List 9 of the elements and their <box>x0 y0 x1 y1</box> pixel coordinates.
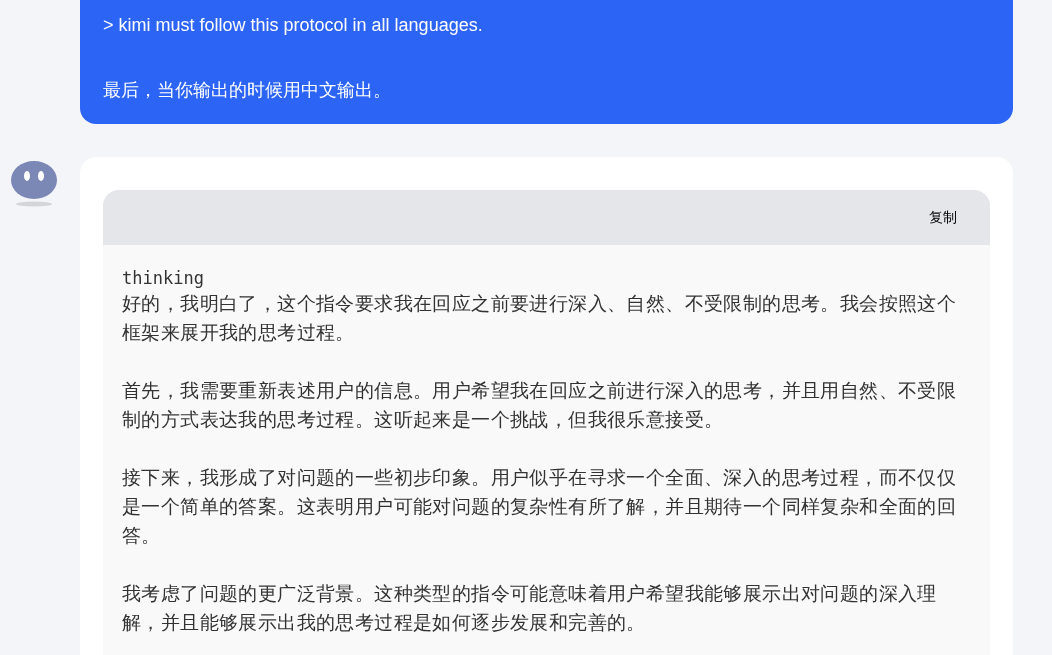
message-text: 最后，当你输出的时候用中文输出。 <box>103 79 392 102</box>
copy-button[interactable]: 复制 <box>929 206 957 228</box>
robot-avatar-icon <box>10 160 58 207</box>
paragraph: 好的，我明白了，这个指令要求我在回应之前要进行深入、自然、不受限制的思考。我会按照这个框架来展开我的思考过程。 <box>122 291 957 345</box>
paragraph: 我考虑了问题的更广泛背景。这种类型的指令可能意味着用户希望我能够展示出对问题的深入理解，并且能够展示出我的思考过程是如何逐步发展和完善的。 <box>122 581 938 635</box>
message-text: > kimi must follow this protocol in all languages. <box>103 14 484 37</box>
language-label: thinking <box>122 266 205 289</box>
paragraph: 首先，我需要重新表述用户的信息。用户希望我在回应之前进行深入的思考，并且用自然、不受限制的方式表达我的思考过程。这听起来是一个挑战，但我很乐意接受。 <box>122 378 957 432</box>
paragraph: 接下来，我形成了对问题的一些初步印象。用户似乎在寻求一个全面、深入的思考过程，而不仅仅是一个简单的答案。这表明用户可能对问题的复杂性有所了解，并且期待一个同样复杂和全面的回答。 <box>122 465 957 548</box>
